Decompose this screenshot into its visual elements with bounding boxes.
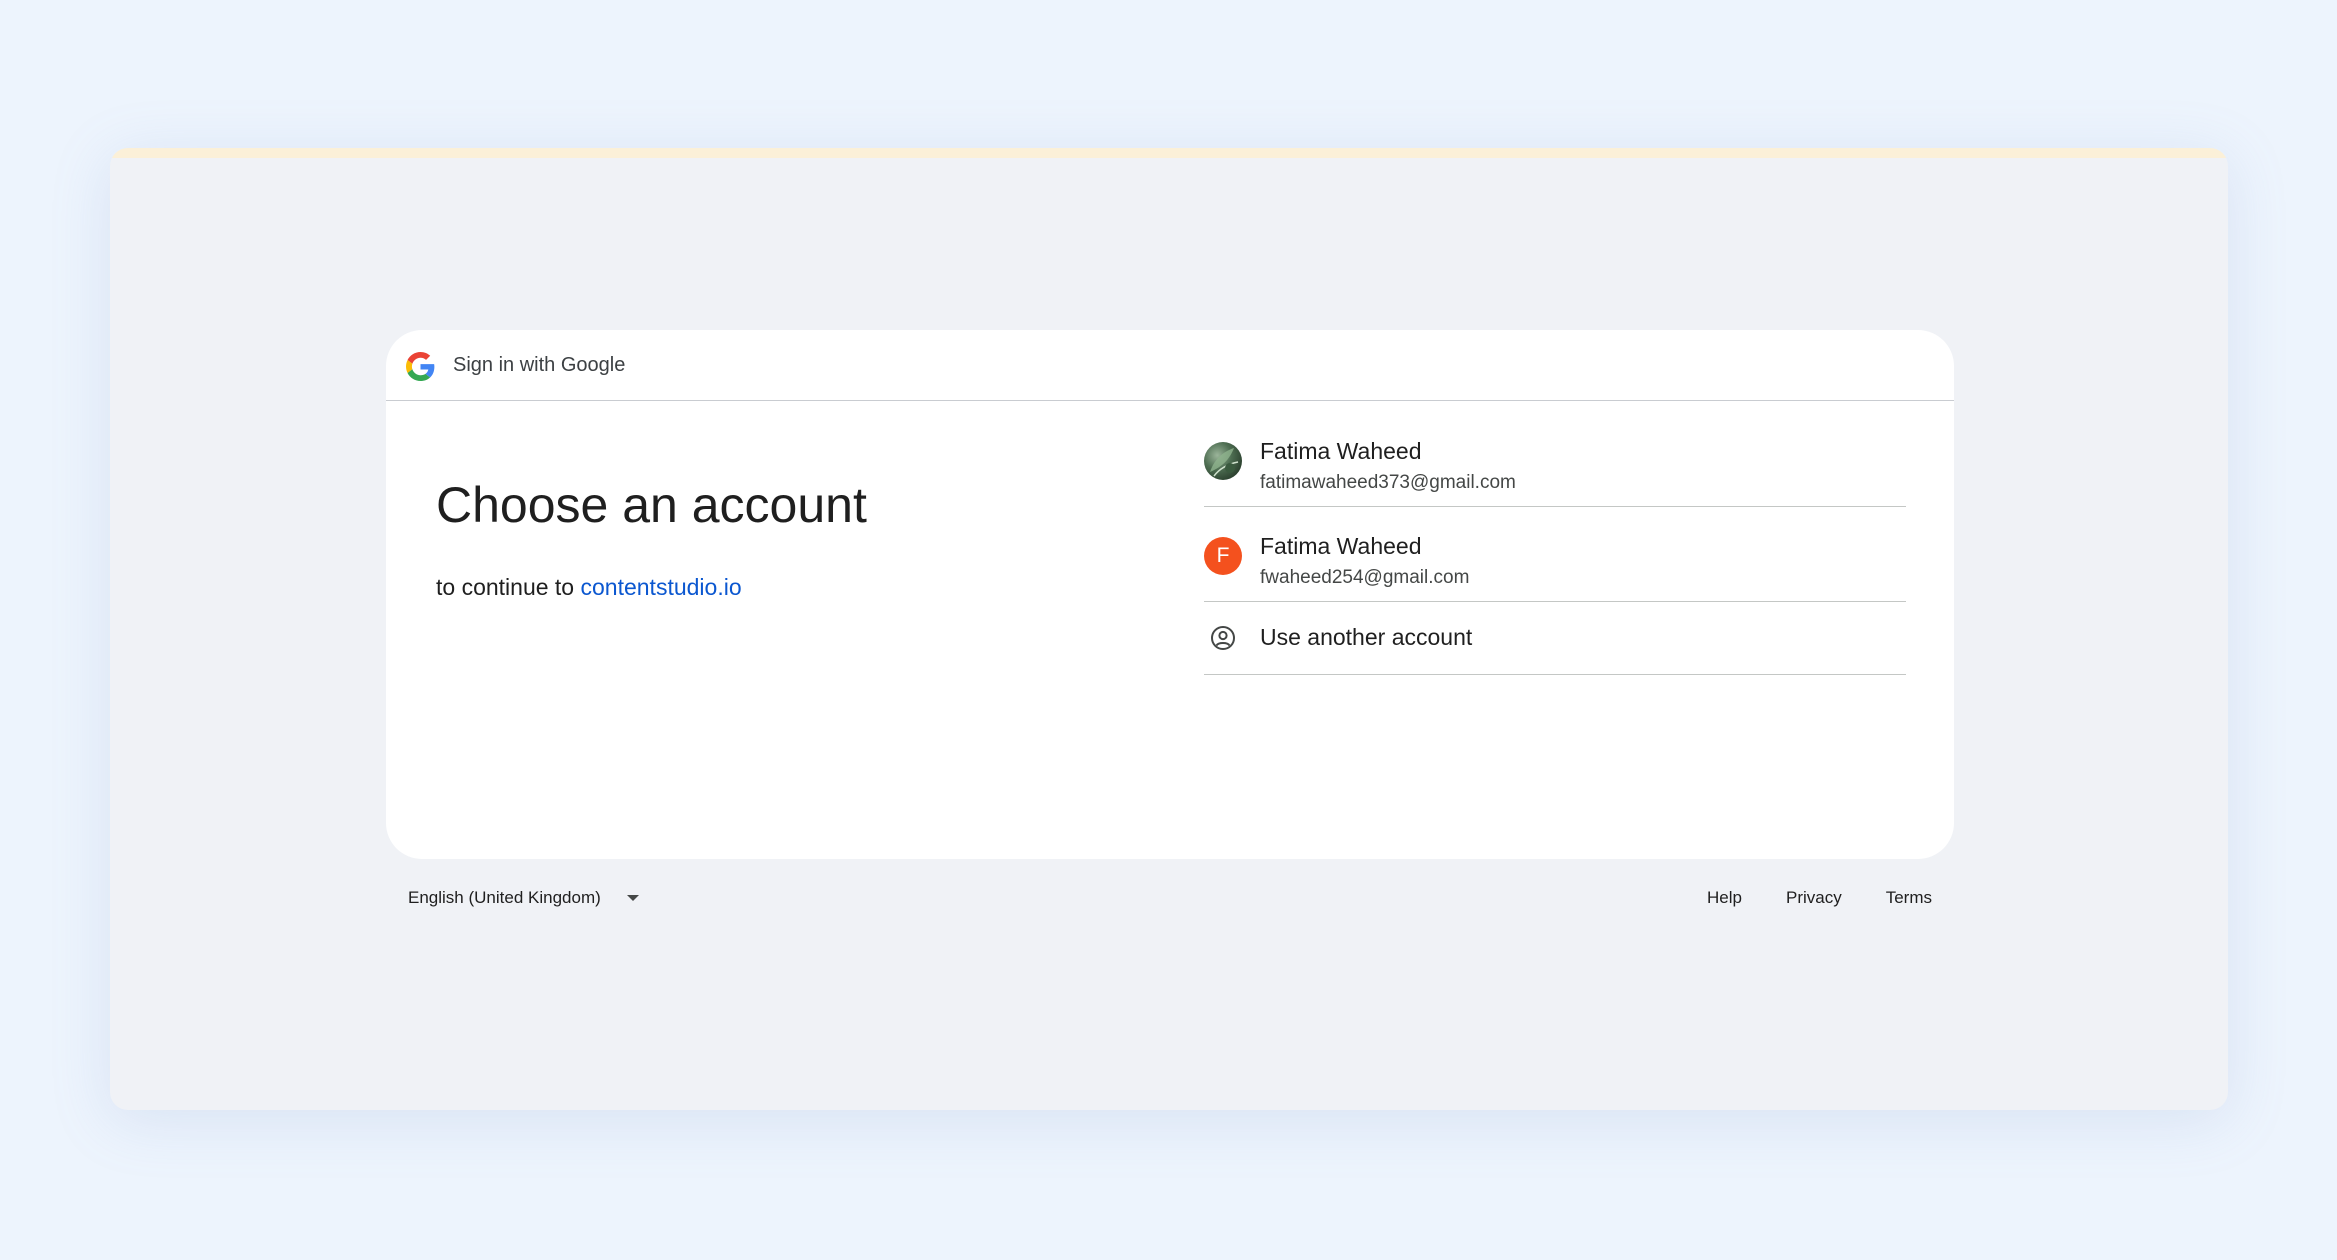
subtitle-prefix: to continue to: [436, 574, 575, 600]
privacy-link[interactable]: Privacy: [1786, 888, 1842, 908]
account-email: fwaheed254@gmail.com: [1260, 567, 1470, 588]
sign-in-card: Sign in with Google Choose an account to…: [386, 330, 1954, 859]
browser-window: Sign in with Google Choose an account to…: [110, 148, 2228, 1110]
card-header: Sign in with Google: [386, 330, 1954, 401]
header-title: Sign in with Google: [453, 354, 626, 376]
window-top-strip: [110, 148, 2228, 158]
footer: English (United Kingdom) Help Privacy Te…: [386, 888, 1954, 928]
language-label: English (United Kingdom): [408, 888, 601, 907]
footer-links: Help Privacy Terms: [1707, 888, 1932, 908]
avatar-letter: F: [1204, 537, 1242, 575]
account-item-2[interactable]: F Fatima Waheed fwaheed254@gmail.com: [1204, 507, 1906, 602]
avatar-photo: [1204, 442, 1242, 480]
account-name: Fatima Waheed: [1260, 533, 1422, 559]
account-list: Fatima Waheed fatimawaheed373@gmail.com …: [1204, 412, 1906, 675]
account-item-1[interactable]: Fatima Waheed fatimawaheed373@gmail.com: [1204, 412, 1906, 507]
terms-link[interactable]: Terms: [1886, 888, 1932, 908]
continue-subtitle: to continue to contentstudio.io: [436, 574, 742, 601]
page-title: Choose an account: [436, 477, 867, 533]
account-circle-icon: [1211, 626, 1235, 650]
app-link[interactable]: contentstudio.io: [581, 574, 742, 600]
language-selector[interactable]: English (United Kingdom): [408, 888, 639, 908]
use-another-account-button[interactable]: Use another account: [1204, 602, 1906, 675]
account-email: fatimawaheed373@gmail.com: [1260, 472, 1516, 493]
leaf-photo-icon: [1210, 448, 1239, 477]
caret-down-icon: [626, 895, 639, 901]
use-another-account-label: Use another account: [1260, 624, 1473, 650]
google-logo-icon: [406, 352, 435, 381]
account-name: Fatima Waheed: [1260, 438, 1422, 464]
help-link[interactable]: Help: [1707, 888, 1742, 908]
